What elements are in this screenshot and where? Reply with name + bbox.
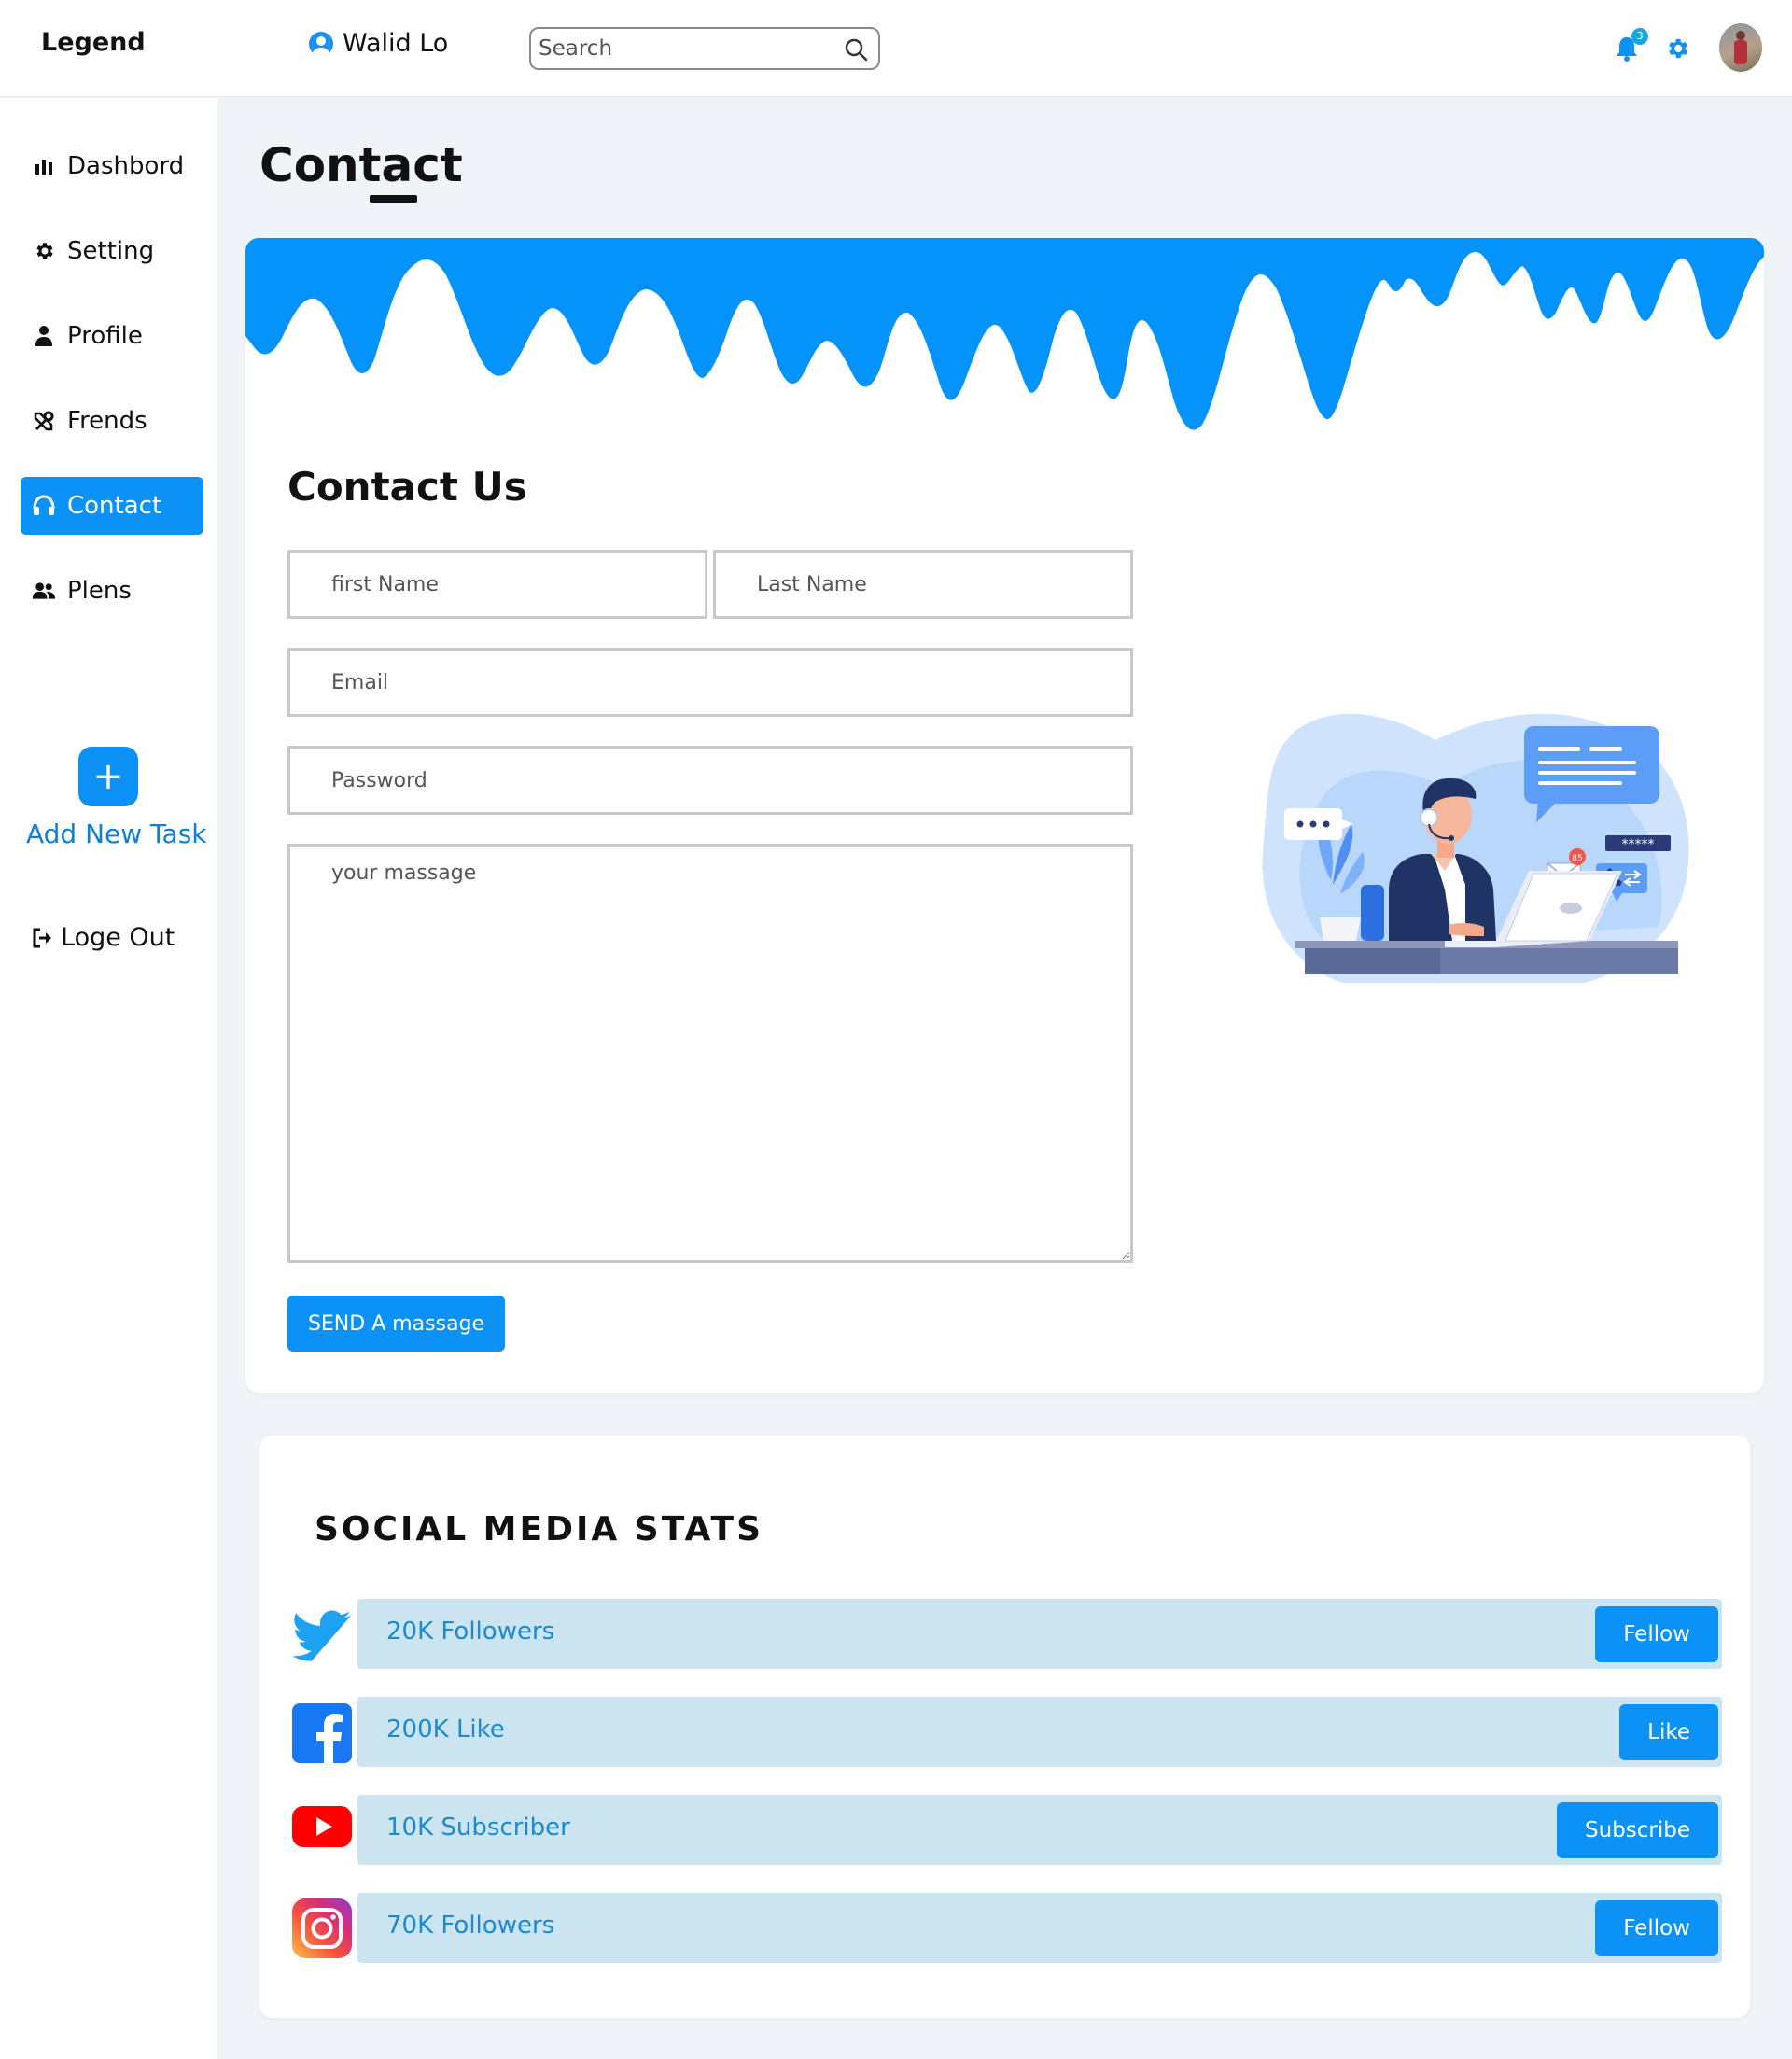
contact-us-heading: Contact Us — [287, 464, 527, 510]
twitter-stat-row: 20K Followers Fellow — [357, 1599, 1722, 1669]
facebook-likes-count: 200K Like — [386, 1716, 505, 1744]
sidebar-item-profile[interactable]: Profile — [21, 307, 203, 365]
user-name: Walid Lo — [343, 29, 449, 58]
gear-icon — [32, 239, 56, 263]
search-icon[interactable] — [843, 36, 869, 63]
current-user[interactable]: Walid Lo — [309, 29, 448, 58]
notification-badge: 3 — [1631, 28, 1648, 45]
facebook-icon[interactable] — [292, 1703, 352, 1763]
user-icon — [32, 324, 56, 348]
youtube-icon[interactable] — [292, 1797, 352, 1856]
password-field[interactable] — [287, 746, 1133, 815]
first-name-field[interactable] — [287, 550, 707, 619]
logout-link[interactable]: Loge Out — [31, 923, 175, 952]
instagram-follow-button[interactable]: Fellow — [1595, 1900, 1718, 1956]
logout-icon — [33, 928, 51, 947]
add-new-task-link[interactable]: Add New Task — [26, 819, 207, 849]
youtube-subscribers-count: 10K Subscriber — [386, 1814, 570, 1842]
twitter-follow-button[interactable]: Fellow — [1595, 1606, 1718, 1662]
youtube-subscribe-button[interactable]: Subscribe — [1556, 1802, 1718, 1858]
sidebar-item-label: Setting — [67, 237, 155, 265]
user-circle-icon — [309, 31, 333, 56]
settings-gear-icon[interactable] — [1664, 35, 1690, 62]
search-box — [529, 27, 880, 70]
top-bar: Legend Walid Lo 3 — [0, 0, 1792, 97]
svg-text:*****: ***** — [1622, 837, 1655, 852]
support-agent-illustration: ***** 85 — [1262, 713, 1689, 983]
last-name-field[interactable] — [713, 550, 1133, 619]
email-field[interactable] — [287, 648, 1133, 717]
message-field[interactable] — [287, 844, 1133, 1263]
sidebar-item-label: Profile — [67, 322, 143, 350]
logout-label: Loge Out — [61, 923, 175, 952]
tools-icon — [32, 409, 56, 433]
search-input[interactable] — [539, 33, 837, 64]
users-icon — [32, 579, 56, 603]
youtube-stat-row: 10K Subscriber Subscribe — [357, 1795, 1722, 1865]
instagram-icon[interactable] — [292, 1898, 352, 1958]
sidebar-item-plens[interactable]: Plens — [21, 562, 203, 620]
wave-decoration — [245, 238, 1764, 430]
sidebar: Dashbord Setting Profile Frends Contact … — [0, 98, 217, 2059]
page-title: Contact — [259, 138, 463, 192]
twitter-icon[interactable] — [292, 1607, 352, 1667]
add-task-button[interactable]: + — [78, 747, 138, 806]
sidebar-item-frends[interactable]: Frends — [21, 392, 203, 450]
sidebar-item-contact[interactable]: Contact — [21, 477, 203, 535]
sidebar-item-dashboard[interactable]: Dashbord — [21, 137, 203, 195]
social-stats-title: SOCIAL MEDIA STATS — [315, 1510, 764, 1548]
sidebar-item-label: Dashbord — [67, 152, 185, 180]
instagram-followers-count: 70K Followers — [386, 1912, 555, 1940]
social-media-stats-card: SOCIAL MEDIA STATS 20K Followers Fellow … — [259, 1436, 1750, 2018]
send-message-button[interactable]: SEND A massage — [287, 1296, 505, 1352]
headset-icon — [32, 494, 56, 518]
contact-card: Contact Us SEND A massage ***** 85 — [245, 238, 1764, 1393]
twitter-followers-count: 20K Followers — [386, 1618, 555, 1646]
brand-logo[interactable]: Legend — [41, 28, 146, 57]
sidebar-item-label: Frends — [67, 407, 147, 435]
svg-text:85: 85 — [1572, 854, 1582, 863]
sidebar-item-setting[interactable]: Setting — [21, 222, 203, 280]
sidebar-item-label: Plens — [67, 577, 132, 605]
title-underline — [370, 195, 417, 203]
facebook-stat-row: 200K Like Like — [357, 1697, 1722, 1767]
sidebar-item-label: Contact — [67, 492, 162, 520]
facebook-like-button[interactable]: Like — [1619, 1704, 1718, 1760]
bar-chart-icon — [32, 154, 56, 178]
user-avatar[interactable] — [1719, 23, 1762, 72]
instagram-stat-row: 70K Followers Fellow — [357, 1893, 1722, 1963]
